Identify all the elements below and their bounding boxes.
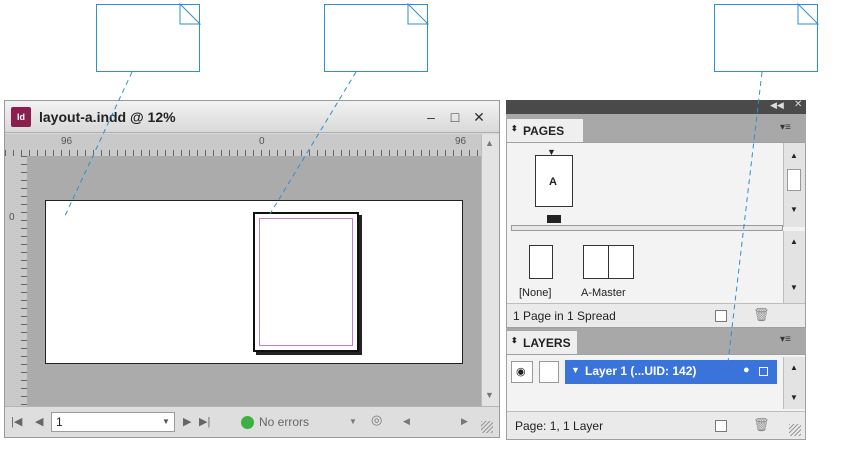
page-number-field[interactable]: 1 ▼	[51, 412, 175, 432]
next-page-button[interactable]: ▶	[183, 415, 191, 428]
first-page-button[interactable]: |◀	[11, 415, 22, 428]
resize-grip-icon[interactable]	[789, 424, 801, 436]
pages-bottom-scrollbar[interactable]: ▲ ▼	[783, 231, 805, 303]
layer-visibility-toggle[interactable]: ◉	[511, 361, 533, 383]
scroll-up-arrow[interactable]: ▲	[790, 151, 798, 160]
callout-note-3	[714, 4, 818, 72]
vertical-ruler[interactable]: 0	[5, 156, 27, 406]
trash-icon[interactable]: 🗑	[753, 307, 770, 323]
page-number-marker	[547, 215, 561, 223]
pages-panel: ▼ A ▲ ▼ [None] A-Master ▲ ▼ 1 Page in 1 …	[506, 142, 806, 328]
layer-target-icon[interactable]: ●	[743, 364, 750, 376]
tab-layers-arrows-icon: ⬍	[511, 336, 518, 345]
tab-layers[interactable]: ⬍ LAYERS	[506, 330, 578, 354]
document-title: layout-a.indd @ 12%	[39, 109, 176, 125]
panel-dock-header[interactable]: ◀◀ ✕	[506, 99, 806, 114]
master-item-none[interactable]: [None]	[519, 245, 563, 301]
preflight-status-text[interactable]: No errors	[259, 415, 309, 429]
master-thumbnail-a-right	[608, 245, 634, 279]
vertical-ruler-label: 0	[9, 212, 15, 223]
layer-name: Layer 1 (...UID: 142)	[585, 364, 697, 378]
layers-scrollbar[interactable]: ▲ ▼	[783, 357, 805, 409]
scroll-up-arrow[interactable]: ▲	[485, 138, 494, 148]
last-page-button[interactable]: ▶|	[199, 415, 210, 428]
layer-expand-chevron-icon[interactable]: ▼	[571, 365, 580, 375]
page-thumbnail-area[interactable]: ▼ A	[507, 143, 783, 227]
master-label-a: A-Master	[581, 287, 626, 299]
new-layer-icon[interactable]	[715, 420, 727, 432]
master-thumbnail-none	[529, 245, 553, 279]
master-thumbnail-a-left	[583, 245, 609, 279]
page-thumbnail-prefix: A	[549, 176, 557, 188]
layer-lock-toggle[interactable]	[539, 361, 559, 383]
tab-pages-arrows-icon: ⬍	[511, 124, 518, 133]
document-titlebar[interactable]: Id layout-a.indd @ 12% – □ ✕	[5, 101, 499, 133]
ruler-label-left: 96	[61, 136, 73, 147]
pages-footer-text: 1 Page in 1 Spread	[513, 309, 616, 323]
document-page[interactable]	[253, 212, 359, 352]
previous-page-button[interactable]: ◀	[35, 415, 43, 428]
trash-icon[interactable]: 🗑	[753, 417, 770, 433]
preflight-menu-button[interactable]: ▼	[349, 417, 357, 426]
layers-panel-menu-button[interactable]: ▾≡	[780, 334, 791, 345]
layer-selection-square-icon[interactable]	[759, 367, 768, 376]
page-number-value: 1	[56, 415, 63, 429]
new-page-icon[interactable]	[715, 310, 727, 322]
resize-grip-icon[interactable]	[481, 421, 493, 433]
master-label-none: [None]	[519, 287, 552, 299]
close-panels-icon[interactable]: ✕	[794, 99, 802, 110]
maximize-button[interactable]: □	[445, 107, 465, 127]
tab-layers-label: LAYERS	[523, 336, 571, 350]
page-margin-guides	[259, 218, 353, 346]
page-thumbnail[interactable]: A	[535, 155, 573, 207]
indesign-file-icon: Id	[11, 107, 31, 127]
callout-note-2	[324, 4, 428, 72]
tab-pages-label: PAGES	[523, 124, 565, 138]
close-button[interactable]: ✕	[469, 107, 489, 127]
scroll-down-arrow[interactable]: ▼	[790, 283, 798, 292]
master-item-a-master[interactable]: A-Master	[579, 245, 643, 301]
collapse-panels-icon[interactable]: ◀◀	[770, 100, 784, 111]
pages-top-scrollbar[interactable]: ▲ ▼	[783, 143, 805, 227]
tab-pages[interactable]: ⬍ PAGES	[506, 118, 584, 142]
document-window: Id layout-a.indd @ 12% – □ ✕ 96 0 96 0 ▲…	[4, 100, 500, 438]
chevron-down-icon[interactable]: ▼	[162, 417, 170, 426]
pages-panel-menu-button[interactable]: ▾≡	[780, 122, 791, 133]
eye-icon: ◉	[516, 366, 526, 378]
scroll-down-arrow[interactable]: ▼	[790, 205, 798, 214]
layers-footer: Page: 1, 1 Layer 🗑	[507, 411, 805, 439]
document-statusbar: |◀ ◀ 1 ▼ ▶ ▶| No errors ▼ ◎ ◀ ▶	[5, 406, 499, 437]
pasteboard[interactable]	[27, 156, 481, 406]
layers-footer-text: Page: 1, 1 Layer	[515, 419, 604, 433]
scroll-thumb[interactable]	[787, 169, 801, 191]
layer-row-layer-1[interactable]: ▼ Layer 1 (...UID: 142) ●	[565, 360, 777, 384]
scroll-down-arrow[interactable]: ▼	[790, 393, 798, 402]
horizontal-ruler[interactable]: 96 0 96	[5, 134, 481, 156]
preflight-panel-button[interactable]: ◎	[371, 412, 393, 432]
pages-footer: 1 Page in 1 Spread 🗑	[507, 303, 805, 327]
minimize-button[interactable]: –	[421, 107, 441, 127]
callout-note-1	[96, 4, 200, 72]
layers-panel: ◉ ▼ Layer 1 (...UID: 142) ● ▲ ▼ Page: 1,…	[506, 354, 806, 440]
ruler-label-center: 0	[259, 136, 265, 147]
scroll-down-arrow[interactable]: ▼	[485, 390, 494, 400]
document-vertical-scrollbar[interactable]: ▲ ▼	[481, 134, 499, 406]
scroll-up-arrow[interactable]: ▲	[790, 363, 798, 372]
pages-divider[interactable]	[511, 225, 783, 231]
ruler-label-right: 96	[455, 136, 467, 147]
hscroll-right-arrow[interactable]: ▶	[461, 416, 468, 427]
scroll-up-arrow[interactable]: ▲	[790, 237, 798, 246]
hscroll-left-arrow[interactable]: ◀	[403, 416, 410, 427]
preflight-status-icon	[241, 416, 254, 429]
